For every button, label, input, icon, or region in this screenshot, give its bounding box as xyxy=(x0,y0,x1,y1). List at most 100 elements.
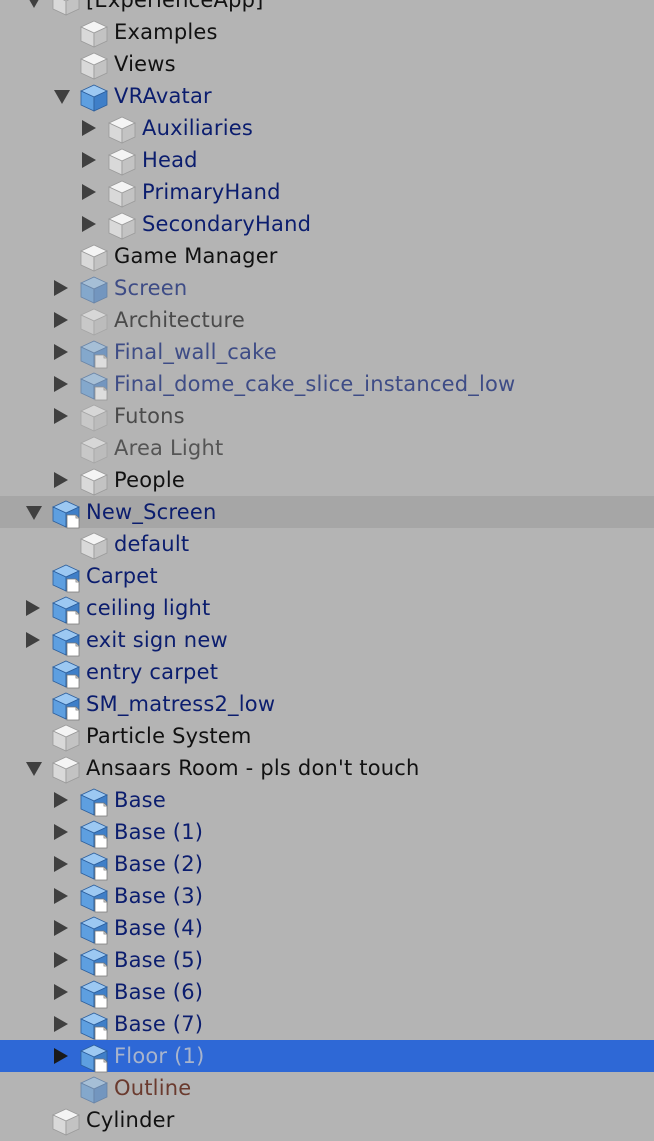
foldout-collapsed-icon[interactable] xyxy=(54,824,68,840)
hierarchy-row-label: ceiling light xyxy=(86,596,211,620)
foldout-collapsed-icon[interactable] xyxy=(54,1048,68,1064)
hierarchy-row-label: Base (6) xyxy=(114,980,204,1004)
hierarchy-row-label: SecondaryHand xyxy=(142,212,312,236)
foldout-expanded-icon[interactable] xyxy=(26,506,42,520)
hierarchy-row-label: New_Screen xyxy=(86,500,217,524)
cube-grey-icon xyxy=(79,307,109,337)
hierarchy-row-label: Game Manager xyxy=(114,244,278,268)
foldout-collapsed-icon[interactable] xyxy=(54,856,68,872)
hierarchy-row-label: Ansaars Room - pls don't touch xyxy=(86,756,420,780)
hierarchy-row-label: Base (4) xyxy=(114,916,204,940)
foldout-collapsed-icon[interactable] xyxy=(54,280,68,296)
cube-prefab-model-icon xyxy=(51,595,81,625)
hierarchy-row-label: Carpet xyxy=(86,564,158,588)
cube-prefab-model-icon xyxy=(51,499,81,529)
foldout-expanded-icon[interactable] xyxy=(26,762,42,776)
hierarchy-row-final-dome-cake-slice-instanced-low[interactable]: Final_dome_cake_slice_instanced_low xyxy=(0,368,654,401)
foldout-collapsed-icon[interactable] xyxy=(54,952,68,968)
cube-grey-icon xyxy=(51,755,81,785)
foldout-collapsed-icon[interactable] xyxy=(54,344,68,360)
hierarchy-row-label: Head xyxy=(142,148,198,172)
hierarchy-row-label: Architecture xyxy=(114,308,245,332)
hierarchy-row-base-1[interactable]: Base (1) xyxy=(0,816,654,849)
foldout-collapsed-icon[interactable] xyxy=(54,1016,68,1032)
hierarchy-row-primaryhand[interactable]: PrimaryHand xyxy=(0,176,654,208)
hierarchy-row-particle-system[interactable]: Particle System xyxy=(0,720,654,752)
cube-prefab-model-icon xyxy=(79,787,109,817)
cube-prefab-model-icon xyxy=(79,819,109,849)
hierarchy-row-exit-sign-new[interactable]: exit sign new xyxy=(0,624,654,657)
foldout-expanded-icon[interactable] xyxy=(54,90,70,104)
hierarchy-row-new-screen[interactable]: New_Screen xyxy=(0,496,654,529)
foldout-collapsed-icon[interactable] xyxy=(54,408,68,424)
foldout-collapsed-icon[interactable] xyxy=(26,632,40,648)
hierarchy-row-people[interactable]: People xyxy=(0,464,654,496)
hierarchy-row-auxiliaries[interactable]: Auxiliaries xyxy=(0,112,654,144)
hierarchy-row-architecture[interactable]: Architecture xyxy=(0,304,654,336)
hierarchy-row-label: Base (7) xyxy=(114,1012,204,1036)
hierarchy-row-experienceapp[interactable]: [ExperienceApp] xyxy=(0,0,654,16)
foldout-collapsed-icon[interactable] xyxy=(54,792,68,808)
foldout-collapsed-icon[interactable] xyxy=(82,184,96,200)
hierarchy-row-base[interactable]: Base xyxy=(0,784,654,817)
hierarchy-row-base-4[interactable]: Base (4) xyxy=(0,912,654,945)
foldout-collapsed-icon[interactable] xyxy=(26,600,40,616)
foldout-collapsed-icon[interactable] xyxy=(54,376,68,392)
hierarchy-row-label: Futons xyxy=(114,404,185,428)
cube-grey-icon xyxy=(107,115,137,145)
cube-grey-icon xyxy=(51,1107,81,1137)
hierarchy-row-cylinder[interactable]: Cylinder xyxy=(0,1104,654,1136)
cube-prefab-model-icon xyxy=(79,1011,109,1041)
hierarchy-row-ceiling-light[interactable]: ceiling light xyxy=(0,592,654,625)
hierarchy-row-label: [ExperienceApp] xyxy=(86,0,264,12)
hierarchy-row-base-6[interactable]: Base (6) xyxy=(0,976,654,1009)
hierarchy-row-base-3[interactable]: Base (3) xyxy=(0,880,654,913)
hierarchy-row-final-wall-cake[interactable]: Final_wall_cake xyxy=(0,336,654,369)
hierarchy-row-entry-carpet[interactable]: entry carpet xyxy=(0,656,654,689)
foldout-collapsed-icon[interactable] xyxy=(54,984,68,1000)
hierarchy-row-label: Outline xyxy=(114,1076,192,1100)
hierarchy-row-carpet[interactable]: Carpet xyxy=(0,560,654,593)
hierarchy-row-game-manager[interactable]: Game Manager xyxy=(0,240,654,272)
cube-prefab-model-icon xyxy=(51,627,81,657)
hierarchy-row-views[interactable]: Views xyxy=(0,48,654,80)
cube-grey-icon xyxy=(51,0,81,17)
hierarchy-row-base-5[interactable]: Base (5) xyxy=(0,944,654,977)
hierarchy-row-default[interactable]: default xyxy=(0,528,654,560)
cube-blue-icon xyxy=(79,275,109,305)
foldout-collapsed-icon[interactable] xyxy=(54,920,68,936)
hierarchy-row-label: People xyxy=(114,468,185,492)
hierarchy-row-secondaryhand[interactable]: SecondaryHand xyxy=(0,208,654,240)
cube-prefab-model-icon xyxy=(79,979,109,1009)
foldout-collapsed-icon[interactable] xyxy=(82,216,96,232)
hierarchy-row-floor-1[interactable]: Floor (1) xyxy=(0,1040,654,1073)
cube-grey-icon xyxy=(79,467,109,497)
hierarchy-row-area-light[interactable]: Area Light xyxy=(0,432,654,464)
foldout-collapsed-icon[interactable] xyxy=(82,120,96,136)
foldout-collapsed-icon[interactable] xyxy=(54,472,68,488)
foldout-collapsed-icon[interactable] xyxy=(82,152,96,168)
hierarchy-row-base-2[interactable]: Base (2) xyxy=(0,848,654,881)
cube-prefab-model-icon xyxy=(79,371,109,401)
hierarchy-row-futons[interactable]: Futons xyxy=(0,400,654,432)
cube-prefab-model-icon xyxy=(79,883,109,913)
hierarchy-row-label: default xyxy=(114,532,190,556)
hierarchy-row-label: Views xyxy=(114,52,176,76)
hierarchy-row-ansaars-room-pls-don-t-touch[interactable]: Ansaars Room - pls don't touch xyxy=(0,752,654,784)
foldout-expanded-icon[interactable] xyxy=(26,0,42,8)
hierarchy-row-sm-matress2-low[interactable]: SM_matress2_low xyxy=(0,688,654,721)
foldout-collapsed-icon[interactable] xyxy=(54,312,68,328)
cube-prefab-model-icon xyxy=(79,339,109,369)
hierarchy-row-label: Final_dome_cake_slice_instanced_low xyxy=(114,372,516,396)
hierarchy-row-head[interactable]: Head xyxy=(0,144,654,176)
hierarchy-row-screen[interactable]: Screen xyxy=(0,272,654,304)
cube-blue-icon xyxy=(79,1075,109,1105)
hierarchy-row-examples[interactable]: Examples xyxy=(0,16,654,48)
hierarchy-row-base-7[interactable]: Base (7) xyxy=(0,1008,654,1041)
cube-prefab-model-icon xyxy=(51,691,81,721)
hierarchy-row-vravatar[interactable]: VRAvatar xyxy=(0,80,654,112)
hierarchy-row-label: Examples xyxy=(114,20,218,44)
hierarchy-row-outline[interactable]: Outline xyxy=(0,1072,654,1104)
foldout-collapsed-icon[interactable] xyxy=(54,888,68,904)
hierarchy-row-label: Base (1) xyxy=(114,820,204,844)
